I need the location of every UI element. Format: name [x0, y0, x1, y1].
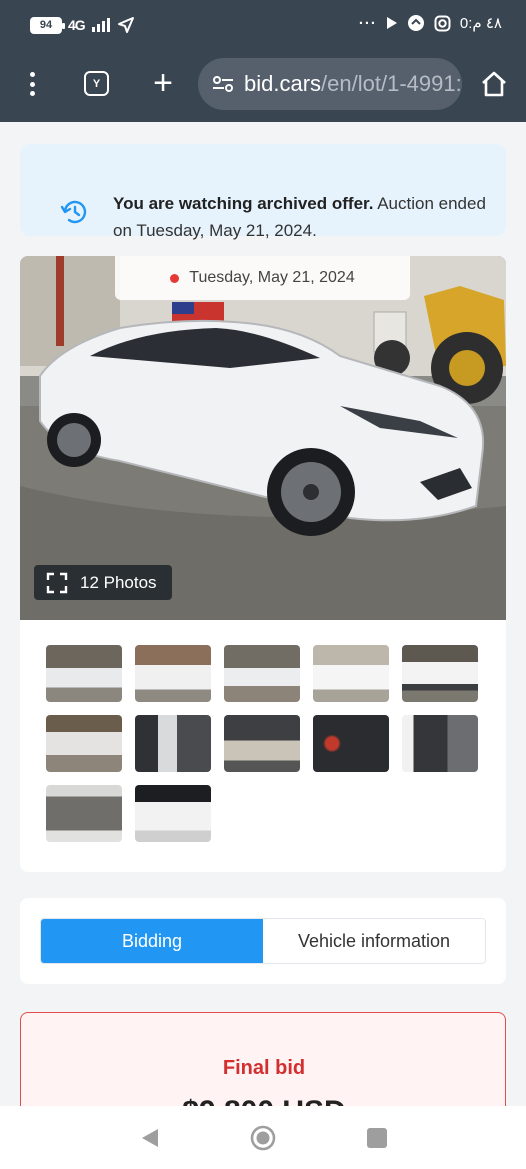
tab-bidding[interactable]: Bidding — [41, 919, 263, 963]
thumbnail[interactable] — [46, 715, 122, 772]
thumbnail[interactable] — [224, 715, 300, 772]
clock: 0:٤٨ م — [459, 15, 502, 32]
recent-apps-icon[interactable] — [367, 1128, 387, 1148]
thumbnail[interactable] — [135, 645, 211, 702]
photos-count-button[interactable]: 12 Photos — [34, 565, 172, 600]
final-bid-card: Final bid $9,800 USD — [20, 1012, 506, 1106]
status-dot-icon — [170, 273, 180, 283]
browser-toolbar: Y + bid.cars/en/lot/1-4991: — [0, 56, 526, 112]
notice-text: You are watching archived offer. Auction… — [113, 194, 486, 240]
back-icon[interactable] — [138, 1126, 162, 1150]
status-bar: 94 4G ··· 0:٤٨ م — [0, 0, 526, 50]
address-bar[interactable]: bid.cars/en/lot/1-4991: — [198, 58, 462, 110]
thumbnail[interactable] — [224, 645, 300, 702]
history-icon — [60, 200, 87, 224]
thumbnail[interactable] — [313, 715, 389, 772]
system-navigation-bar — [0, 1106, 526, 1169]
thumbnail[interactable] — [402, 645, 478, 702]
browser-menu-button[interactable] — [22, 70, 42, 98]
navigation-arrow-icon — [117, 17, 134, 33]
thumbnail[interactable] — [46, 645, 122, 702]
main-photo[interactable]: Tuesday, May 21, 2024 12 Photos — [20, 256, 506, 620]
expand-icon — [46, 572, 68, 593]
tabs-button[interactable]: Y — [84, 71, 109, 96]
instagram-icon — [434, 15, 451, 31]
thumbnail[interactable] — [46, 785, 122, 842]
tabs: Bidding Vehicle information — [40, 918, 486, 964]
url-text: bid.cars/en/lot/1-4991: — [244, 71, 462, 96]
tabs-card: Bidding Vehicle information — [20, 898, 506, 984]
thumbnail[interactable] — [135, 785, 211, 842]
battery-indicator: 94 — [30, 16, 65, 34]
thumbnail[interactable] — [402, 715, 478, 772]
page-content: You are watching archived offer. Auction… — [0, 122, 526, 1106]
new-tab-button[interactable]: + — [148, 65, 178, 101]
tab-vehicle-information[interactable]: Vehicle information — [263, 919, 485, 963]
network-indicator: 4G — [68, 17, 86, 33]
final-bid-amount: $9,800 USD — [21, 1095, 507, 1106]
home-nav-icon[interactable] — [250, 1125, 276, 1151]
site-settings-icon[interactable] — [212, 75, 234, 93]
top-bar: 94 4G ··· 0:٤٨ م Y + bid.cars/en/lot/1-4… — [0, 0, 526, 122]
more-notifications-icon: ··· — [358, 14, 377, 32]
auction-date-badge: Tuesday, May 21, 2024 — [115, 256, 410, 300]
thumbnail[interactable] — [135, 715, 211, 772]
photo-gallery: Tuesday, May 21, 2024 12 Photos — [20, 256, 506, 872]
play-icon — [386, 17, 397, 29]
signal-icon — [91, 18, 110, 32]
home-icon[interactable] — [480, 70, 508, 98]
archived-notice: You are watching archived offer. Auction… — [20, 144, 506, 240]
app-notification-icon — [407, 15, 424, 31]
final-bid-label: Final bid — [222, 1057, 306, 1079]
thumbnail[interactable] — [313, 645, 389, 702]
